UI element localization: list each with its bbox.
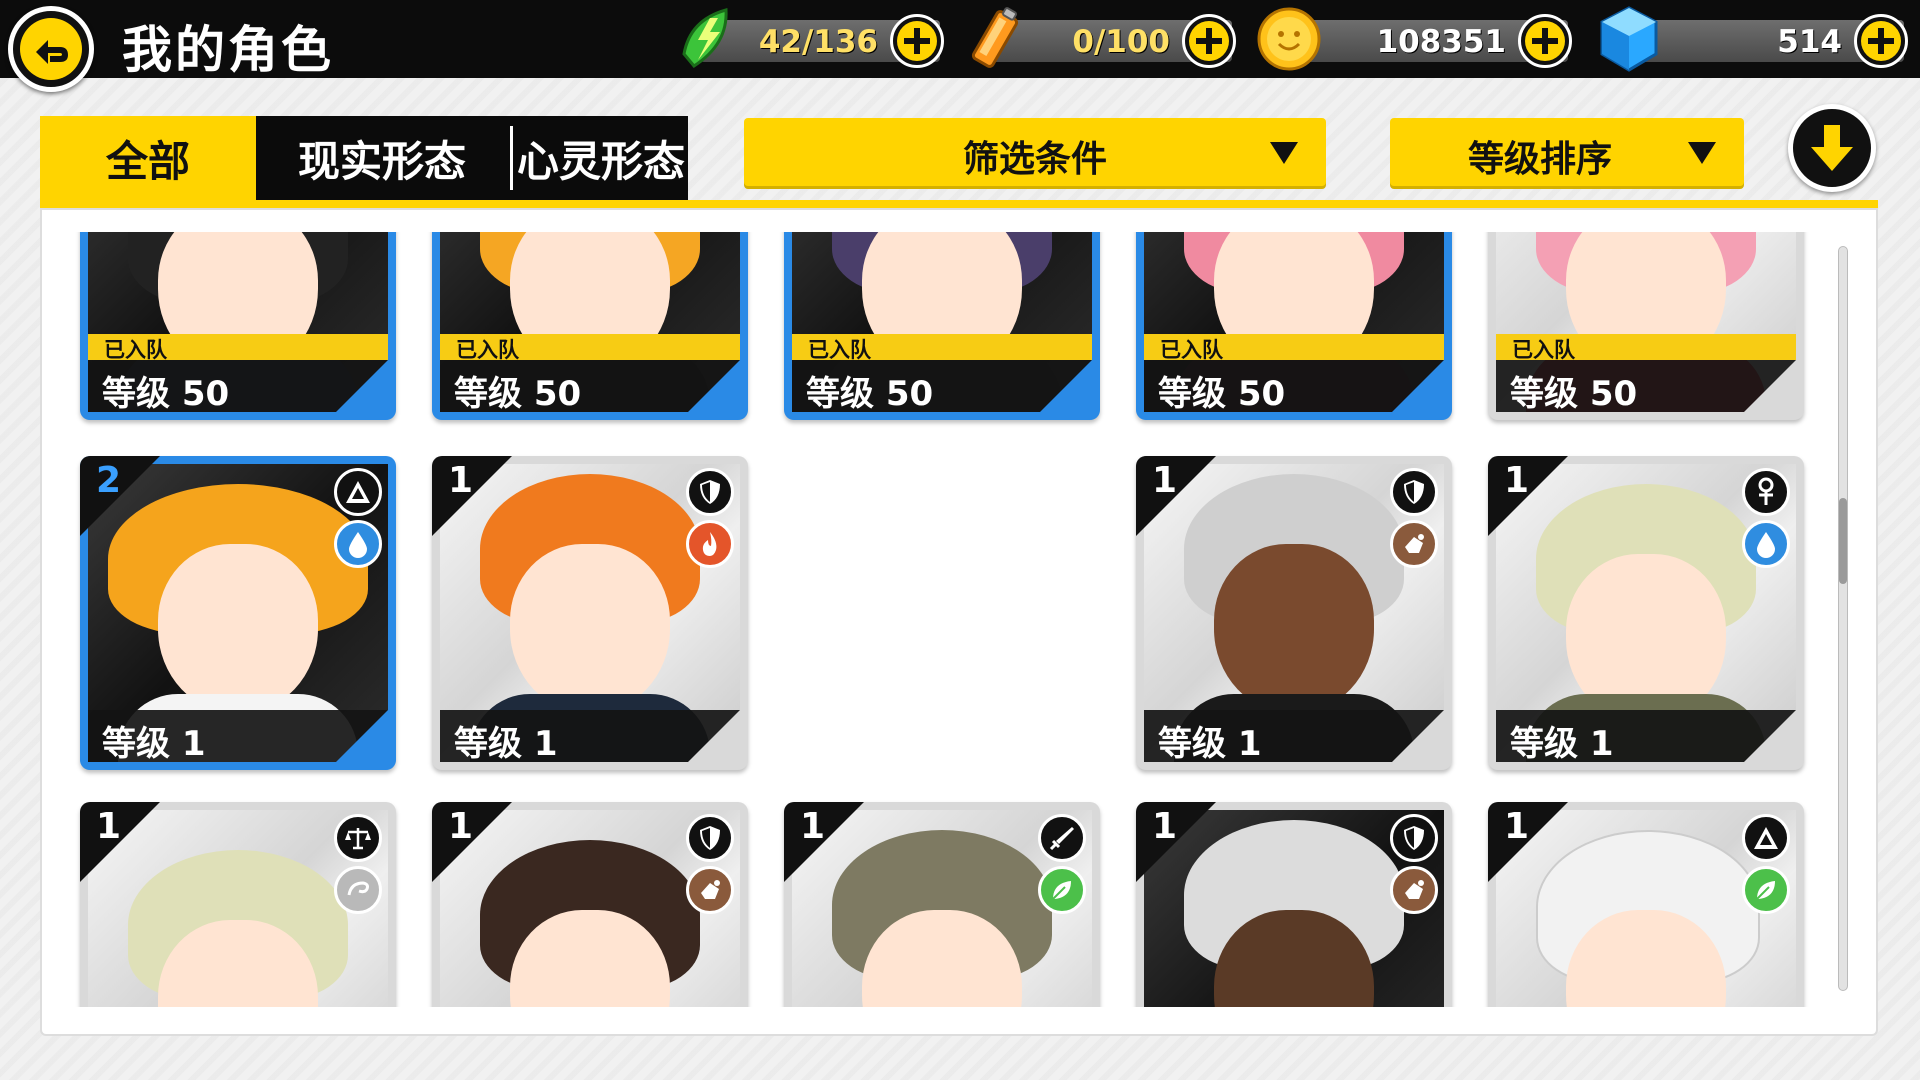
add-gems-button[interactable] (1854, 14, 1908, 68)
rank-number: 1 (1504, 806, 1530, 847)
fire-icon (686, 520, 734, 568)
scales-icon (334, 814, 382, 862)
battery-counter: 0/100 (971, 7, 1236, 68)
coin-counter: 108351 (1257, 7, 1572, 71)
character-card[interactable]: 已入队 等级 50 (1136, 232, 1452, 420)
scrollbar-track[interactable] (1838, 246, 1848, 991)
leaf-icon (1742, 866, 1790, 914)
down-arrow-icon (1811, 125, 1853, 171)
stamina-value: 42/136 (758, 24, 878, 60)
stamina-counter: 42/136 (682, 8, 944, 68)
plus-icon (1525, 21, 1565, 61)
add-stamina-button[interactable] (890, 14, 944, 68)
character-card[interactable]: 1 (432, 802, 748, 1007)
level-label: 等级 1 (1510, 724, 1614, 764)
filter-label: 筛选条件 (962, 139, 1107, 180)
plus-icon (1861, 21, 1901, 61)
character-card[interactable]: 1 等级 1 (1136, 456, 1452, 770)
lightning-icon (682, 8, 728, 68)
tab-all[interactable]: 全部 (40, 116, 256, 200)
rank-number: 1 (1152, 806, 1178, 847)
gem-value: 514 (1777, 24, 1842, 60)
level-label: 等级 50 (806, 374, 934, 414)
rank-number: 1 (448, 806, 474, 847)
earth-icon (1390, 520, 1438, 568)
battery-icon (971, 7, 1019, 68)
dropdown-arrow-icon (1688, 142, 1716, 164)
in-team-tag: 已入队 (792, 334, 1092, 362)
sort-order-button[interactable] (1788, 104, 1876, 192)
rank-number: 1 (96, 806, 122, 847)
shield-icon (1390, 468, 1438, 516)
character-card[interactable]: 1 等级 1 (432, 456, 748, 770)
coin-value: 108351 (1376, 24, 1506, 60)
rank-number: 1 (800, 806, 826, 847)
in-team-tag: 已入队 (88, 334, 388, 362)
add-battery-button[interactable] (1182, 14, 1236, 68)
rank-number: 1 (1152, 460, 1178, 501)
level-label: 等级 1 (454, 724, 558, 764)
battery-value: 0/100 (1072, 24, 1170, 60)
character-card[interactable]: 已入队 等级 50 (432, 232, 748, 420)
tab-spirit-form[interactable]: 心灵形态 (514, 116, 688, 200)
earth-icon (686, 866, 734, 914)
wind-icon (334, 866, 382, 914)
level-label: 等级 50 (102, 374, 230, 414)
tab-bar: 全部 现实形态 心灵形态 (40, 116, 688, 200)
shield-icon (686, 814, 734, 862)
character-card[interactable]: 已入队 等级 50 (80, 232, 396, 420)
character-card[interactable]: 1 等级 1 (1488, 456, 1804, 770)
coin-icon (1257, 7, 1321, 71)
shield-icon (686, 468, 734, 516)
tab-reality-form[interactable]: 现实形态 (256, 116, 508, 200)
sort-dropdown[interactable]: 等级排序 (1390, 118, 1744, 186)
character-card[interactable]: 已入队 等级 50 (784, 232, 1100, 420)
filter-dropdown[interactable]: 筛选条件 (744, 118, 1326, 186)
level-label: 等级 1 (1158, 724, 1262, 764)
leaf-icon (1038, 866, 1086, 914)
character-card[interactable]: 1 (1488, 802, 1804, 1007)
rank-number: 1 (1504, 460, 1530, 501)
character-card[interactable]: 已入队 等级 50 (1488, 232, 1804, 420)
character-card[interactable]: 1 (1136, 802, 1452, 1007)
plus-icon (897, 21, 937, 61)
level-label: 等级 50 (1510, 374, 1638, 414)
triangle-icon (1742, 814, 1790, 862)
level-label: 等级 1 (102, 724, 206, 764)
earth-icon (1390, 866, 1438, 914)
water-icon (1742, 520, 1790, 568)
page-title: 我的角色 (122, 21, 334, 79)
triangle-icon (334, 468, 382, 516)
rank-number: 1 (448, 460, 474, 501)
character-card[interactable]: 2 等级 1 (80, 456, 396, 770)
in-team-tag: 已入队 (440, 334, 740, 362)
rank-number: 2 (96, 460, 122, 501)
level-label: 等级 50 (454, 374, 582, 414)
character-grid[interactable]: 已入队 等级 50 已入队 等级 50 已入队 等级 50 已入队 等级 50 (40, 232, 1870, 1007)
dropdown-arrow-icon (1270, 142, 1298, 164)
character-card[interactable]: 1 (784, 802, 1100, 1007)
add-coins-button[interactable] (1518, 14, 1572, 68)
in-team-tag: 已入队 (1144, 334, 1444, 362)
gem-icon (1600, 6, 1658, 72)
back-arrow-icon (20, 18, 82, 80)
tab-divider (510, 126, 513, 190)
plus-icon (1189, 21, 1229, 61)
ankh-icon (1742, 468, 1790, 516)
gem-counter: 514 (1600, 6, 1908, 72)
in-team-tag: 已入队 (1496, 334, 1796, 362)
scrollbar-thumb[interactable] (1839, 498, 1847, 584)
sword-icon (1038, 814, 1086, 862)
character-card[interactable]: 1 (80, 802, 396, 1007)
shield-icon (1390, 814, 1438, 862)
water-icon (334, 520, 382, 568)
level-label: 等级 50 (1158, 374, 1286, 414)
back-button[interactable] (8, 6, 94, 92)
sort-label: 等级排序 (1467, 139, 1612, 180)
